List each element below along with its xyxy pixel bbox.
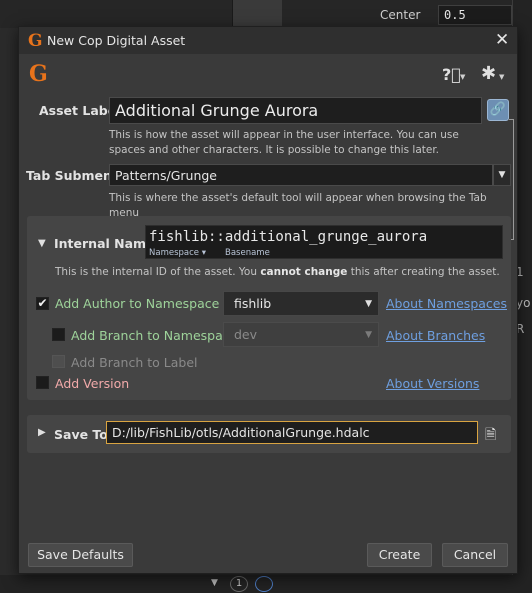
about-namespaces-link[interactable]: About Namespaces — [386, 296, 507, 311]
branch-value: dev — [234, 327, 258, 342]
about-branches-link[interactable]: About Branches — [386, 328, 485, 343]
branch-combo[interactable]: dev ▼ — [223, 322, 379, 347]
internal-name-help-text: this after creating the asset. — [347, 266, 500, 278]
background-center-label: Center — [380, 8, 421, 22]
background-center-field[interactable]: 0.5 — [438, 5, 512, 25]
add-version-checkbox[interactable] — [36, 376, 49, 389]
close-icon[interactable]: ✕ — [495, 30, 509, 50]
background-target-icon[interactable] — [255, 576, 273, 592]
help-icon[interactable]: ?⃝ — [442, 65, 461, 84]
save-to-label: Save To — [54, 427, 108, 442]
add-branch-namespace-checkbox[interactable] — [52, 328, 65, 341]
tab-submenu-label: Tab Submenu — [26, 168, 121, 183]
internal-name-help-text: This is the internal ID of the asset. Yo… — [55, 266, 261, 278]
chevron-down-icon[interactable]: ▼ — [499, 73, 504, 81]
new-digital-asset-dialog: G New Cop Digital Asset ✕ G ?⃝ ▼ ✱ ▼ Ass… — [18, 26, 518, 574]
chevron-down-icon[interactable]: ▼ — [211, 578, 218, 588]
basename-sublabel: Basename — [225, 248, 270, 258]
save-defaults-button[interactable]: Save Defaults — [28, 543, 133, 567]
save-to-input[interactable]: D:/lib/FishLib/otls/AdditionalGrunge.hda… — [106, 421, 478, 444]
chevron-down-icon[interactable]: ▼ — [365, 299, 372, 309]
internal-name-label: Internal Name — [54, 236, 155, 251]
file-browse-icon[interactable]: 🗎 — [485, 424, 496, 448]
background-bottom-control[interactable]: 1 — [230, 576, 248, 592]
internal-name-value[interactable]: fishlib::additional_grunge_aurora — [149, 229, 427, 245]
chevron-down-icon[interactable]: ▼ — [493, 164, 511, 186]
asset-label-help: This is how the asset will appear in the… — [109, 129, 459, 156]
houdini-logo-icon: G — [29, 61, 48, 87]
collapse-triangle-icon[interactable]: ▼ — [38, 238, 46, 249]
namespace-sublabel: Namespace — [149, 248, 200, 258]
internal-name-help: This is the internal ID of the asset. Yo… — [55, 266, 500, 278]
cancel-button[interactable]: Cancel — [442, 543, 508, 567]
create-button[interactable]: Create — [367, 543, 432, 567]
tab-submenu-input[interactable]: Patterns/Grunge — [109, 164, 493, 186]
add-author-label[interactable]: Add Author to Namespace — [55, 296, 219, 311]
namespace-dropdown[interactable]: Namespace ▾ — [149, 248, 206, 258]
add-branch-namespace-label[interactable]: Add Branch to Namespace — [71, 328, 237, 343]
link-icon[interactable]: 🔗 — [487, 99, 509, 121]
author-namespace-combo[interactable]: fishlib ▼ — [223, 291, 379, 316]
about-versions-link[interactable]: About Versions — [386, 376, 479, 391]
add-branch-label-label[interactable]: Add Branch to Label — [71, 355, 197, 370]
chevron-down-icon[interactable]: ▼ — [365, 330, 372, 340]
author-namespace-value: fishlib — [234, 296, 272, 311]
dialog-title: New Cop Digital Asset — [47, 33, 186, 48]
asset-label-input[interactable]: Additional Grunge Aurora — [109, 97, 482, 124]
expand-triangle-icon[interactable]: ▶ — [38, 427, 46, 438]
add-branch-label-checkbox[interactable] — [52, 355, 65, 368]
add-author-checkbox[interactable]: ✔ — [36, 297, 49, 310]
houdini-logo-icon: G — [28, 31, 43, 51]
add-version-label[interactable]: Add Version — [55, 376, 129, 391]
background-fragment: yo — [516, 296, 531, 310]
background-tab — [232, 0, 282, 28]
chevron-down-icon[interactable]: ▼ — [460, 73, 465, 81]
internal-name-help-emphasis: cannot change — [260, 266, 348, 278]
gear-icon[interactable]: ✱ — [481, 63, 496, 84]
